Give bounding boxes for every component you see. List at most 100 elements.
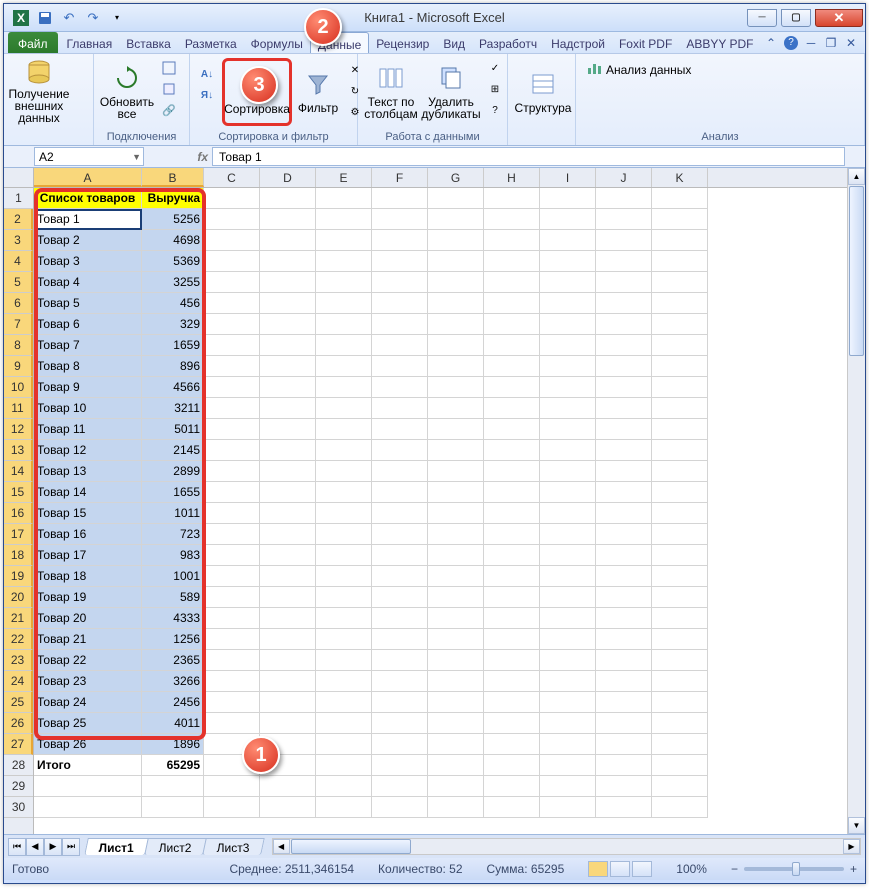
cell-B10[interactable]: 4566 xyxy=(142,377,204,398)
cell-D19[interactable] xyxy=(260,566,316,587)
cell-K24[interactable] xyxy=(652,671,708,692)
cell-B11[interactable]: 3211 xyxy=(142,398,204,419)
cell-J10[interactable] xyxy=(596,377,652,398)
cell-G1[interactable] xyxy=(428,188,484,209)
cell-K16[interactable] xyxy=(652,503,708,524)
cell-B15[interactable]: 1655 xyxy=(142,482,204,503)
cell-E19[interactable] xyxy=(316,566,372,587)
cell-I5[interactable] xyxy=(540,272,596,293)
cell-D29[interactable] xyxy=(260,776,316,797)
cell-E22[interactable] xyxy=(316,629,372,650)
cell-J27[interactable] xyxy=(596,734,652,755)
cell-H21[interactable] xyxy=(484,608,540,629)
cell-J20[interactable] xyxy=(596,587,652,608)
cell-I11[interactable] xyxy=(540,398,596,419)
cell-E30[interactable] xyxy=(316,797,372,818)
cell-K12[interactable] xyxy=(652,419,708,440)
cell-I22[interactable] xyxy=(540,629,596,650)
cell-C18[interactable] xyxy=(204,545,260,566)
col-header-K[interactable]: K xyxy=(652,168,708,187)
cell-D7[interactable] xyxy=(260,314,316,335)
cell-F26[interactable] xyxy=(372,713,428,734)
cell-J21[interactable] xyxy=(596,608,652,629)
cell-D6[interactable] xyxy=(260,293,316,314)
cell-B23[interactable]: 2365 xyxy=(142,650,204,671)
cell-E10[interactable] xyxy=(316,377,372,398)
cell-H28[interactable] xyxy=(484,755,540,776)
cell-E25[interactable] xyxy=(316,692,372,713)
sheet-nav-prev-icon[interactable]: ◀ xyxy=(26,838,44,856)
cell-K25[interactable] xyxy=(652,692,708,713)
cell-K18[interactable] xyxy=(652,545,708,566)
cell-F21[interactable] xyxy=(372,608,428,629)
cell-G20[interactable] xyxy=(428,587,484,608)
row-header-22[interactable]: 22 xyxy=(4,629,33,650)
cell-A17[interactable]: Товар 16 xyxy=(34,524,142,545)
cell-C13[interactable] xyxy=(204,440,260,461)
cell-A20[interactable]: Товар 19 xyxy=(34,587,142,608)
doc-close-icon[interactable]: ✕ xyxy=(843,35,859,51)
cell-B8[interactable]: 1659 xyxy=(142,335,204,356)
cell-C30[interactable] xyxy=(204,797,260,818)
cell-H29[interactable] xyxy=(484,776,540,797)
cell-I16[interactable] xyxy=(540,503,596,524)
cell-D22[interactable] xyxy=(260,629,316,650)
cell-B26[interactable]: 4011 xyxy=(142,713,204,734)
row-header-12[interactable]: 12 xyxy=(4,419,33,440)
cell-J30[interactable] xyxy=(596,797,652,818)
row-header-27[interactable]: 27 xyxy=(4,734,33,755)
tab-формулы[interactable]: Формулы xyxy=(244,32,310,53)
cell-H23[interactable] xyxy=(484,650,540,671)
cell-E24[interactable] xyxy=(316,671,372,692)
undo-icon[interactable]: ↶ xyxy=(58,7,80,29)
cell-C24[interactable] xyxy=(204,671,260,692)
cell-G26[interactable] xyxy=(428,713,484,734)
cell-H27[interactable] xyxy=(484,734,540,755)
cell-C8[interactable] xyxy=(204,335,260,356)
cell-I2[interactable] xyxy=(540,209,596,230)
cell-D25[interactable] xyxy=(260,692,316,713)
cell-D13[interactable] xyxy=(260,440,316,461)
tab-file[interactable]: Файл xyxy=(8,32,58,53)
cell-A12[interactable]: Товар 11 xyxy=(34,419,142,440)
cell-F3[interactable] xyxy=(372,230,428,251)
cell-C4[interactable] xyxy=(204,251,260,272)
cell-A21[interactable]: Товар 20 xyxy=(34,608,142,629)
cell-F11[interactable] xyxy=(372,398,428,419)
cell-H24[interactable] xyxy=(484,671,540,692)
formula-input[interactable]: Товар 1 xyxy=(212,147,845,166)
cell-H5[interactable] xyxy=(484,272,540,293)
cell-I28[interactable] xyxy=(540,755,596,776)
cell-B27[interactable]: 1896 xyxy=(142,734,204,755)
cell-J15[interactable] xyxy=(596,482,652,503)
cell-C16[interactable] xyxy=(204,503,260,524)
row-header-17[interactable]: 17 xyxy=(4,524,33,545)
row-header-3[interactable]: 3 xyxy=(4,230,33,251)
row-header-19[interactable]: 19 xyxy=(4,566,33,587)
cell-F29[interactable] xyxy=(372,776,428,797)
cell-A11[interactable]: Товар 10 xyxy=(34,398,142,419)
cell-H2[interactable] xyxy=(484,209,540,230)
cell-D9[interactable] xyxy=(260,356,316,377)
cell-F30[interactable] xyxy=(372,797,428,818)
cell-J2[interactable] xyxy=(596,209,652,230)
consolidate-icon[interactable]: ⊞ xyxy=(484,79,506,99)
cell-G8[interactable] xyxy=(428,335,484,356)
cell-F9[interactable] xyxy=(372,356,428,377)
cell-H17[interactable] xyxy=(484,524,540,545)
cell-F15[interactable] xyxy=(372,482,428,503)
cell-E18[interactable] xyxy=(316,545,372,566)
cell-F20[interactable] xyxy=(372,587,428,608)
col-header-G[interactable]: G xyxy=(428,168,484,187)
cell-E6[interactable] xyxy=(316,293,372,314)
cell-B25[interactable]: 2456 xyxy=(142,692,204,713)
cell-E13[interactable] xyxy=(316,440,372,461)
vertical-scrollbar[interactable]: ▲ ▼ xyxy=(847,168,865,834)
name-box[interactable]: A2 ▼ xyxy=(34,147,144,166)
cell-E17[interactable] xyxy=(316,524,372,545)
cell-H7[interactable] xyxy=(484,314,540,335)
cell-C15[interactable] xyxy=(204,482,260,503)
cell-F6[interactable] xyxy=(372,293,428,314)
cell-J13[interactable] xyxy=(596,440,652,461)
cell-K14[interactable] xyxy=(652,461,708,482)
